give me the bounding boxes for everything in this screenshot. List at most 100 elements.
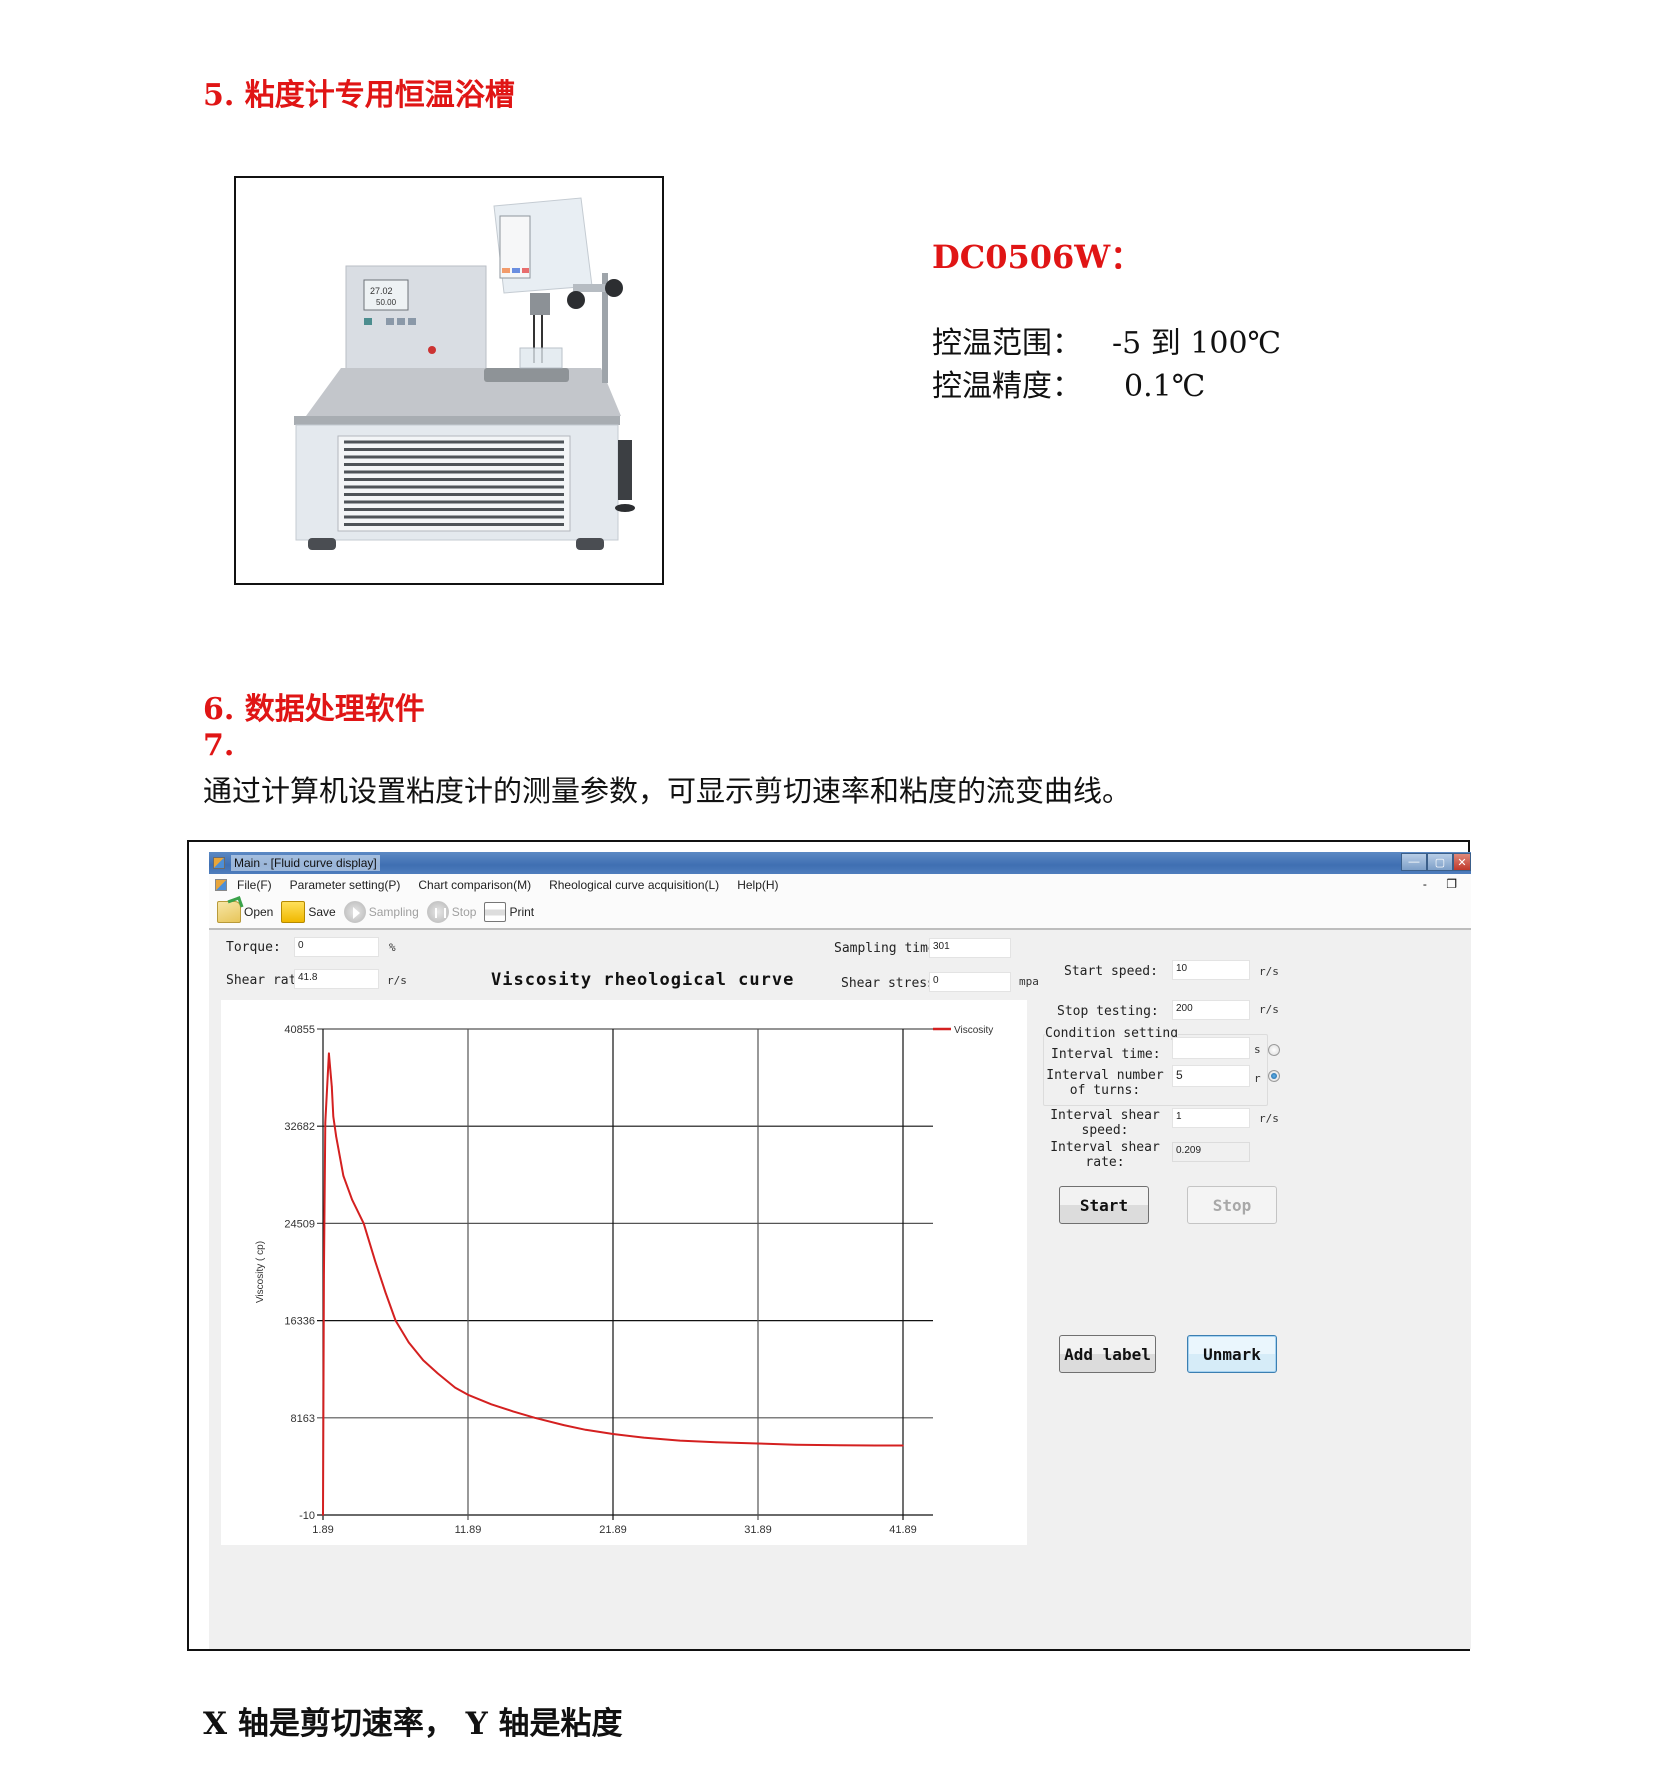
data-point <box>322 1514 324 1516</box>
data-point <box>331 1085 333 1088</box>
stop-testing-unit: r/s <box>1259 1003 1279 1016</box>
chart-title: Viscosity rheological curve <box>491 970 795 990</box>
pause-icon <box>426 901 449 923</box>
window-titlebar[interactable]: Main - [Fluid curve display] — ▢ ✕ <box>209 852 1471 874</box>
stop-testing-field[interactable]: 200 <box>1172 1000 1250 1020</box>
x-tick-label: 31.89 <box>744 1524 772 1536</box>
interval-turns-radio[interactable] <box>1268 1070 1280 1082</box>
data-point <box>454 1386 456 1389</box>
play-icon <box>343 901 366 923</box>
data-point <box>584 1429 587 1431</box>
section-6-title: 6. 数据处理软件 <box>203 692 425 727</box>
menu-help[interactable]: Help(H) <box>737 878 778 892</box>
sampling-time-field[interactable]: 301 <box>929 938 1011 958</box>
software-intro-text: 通过计算机设置粘度计的测量参数，可显示剪切速率和粘度的流变曲线。 <box>203 774 1132 808</box>
sampling-button[interactable]: Sampling <box>343 901 419 923</box>
menu-chart-comparison[interactable]: Chart comparison(M) <box>418 878 531 892</box>
data-point <box>563 1424 565 1426</box>
torque-field[interactable]: 0 <box>294 937 379 957</box>
interval-shear-rate-label: Interval shear rate: <box>1045 1140 1165 1170</box>
close-button[interactable]: ✕ <box>1453 853 1471 871</box>
section-5-title: 5. 粘度计专用恒温浴槽 <box>203 78 515 113</box>
data-point <box>757 1442 759 1445</box>
data-point <box>467 1393 469 1396</box>
sampling-label: Sampling <box>368 905 419 919</box>
data-point <box>374 1260 377 1263</box>
y-axis-label: Viscosity ( cp) <box>255 1241 266 1303</box>
shear-stress-field[interactable]: 0 <box>929 972 1011 992</box>
print-label: Print <box>509 905 535 919</box>
interval-shear-speed-label: Interval shear speed: <box>1045 1108 1165 1138</box>
data-point <box>335 1135 337 1138</box>
axis-explanation-text: X 轴是剪切速率， Y 轴是粘度 <box>203 1706 623 1742</box>
mdi-child-icon[interactable] <box>215 879 227 891</box>
minimize-button[interactable]: — <box>1401 853 1427 871</box>
svg-text:27.02: 27.02 <box>370 286 393 296</box>
restore-button[interactable]: ▢ <box>1427 853 1453 871</box>
save-button[interactable]: Save <box>281 901 336 923</box>
data-point <box>612 1433 614 1435</box>
y-tick-label: 40855 <box>284 1024 315 1036</box>
interval-shear-speed-unit: r/s <box>1259 1112 1279 1125</box>
toolbar: Open Save Sampling Stop Print <box>209 896 1471 930</box>
save-folder-icon <box>281 901 306 923</box>
y-tick-label: 16336 <box>284 1316 315 1328</box>
section-7-number: 7. <box>203 728 235 763</box>
data-point <box>490 1403 493 1406</box>
open-folder-icon <box>217 901 241 923</box>
stop-button[interactable]: Stop <box>1187 1186 1277 1224</box>
shear-stress-unit: mpa <box>1019 975 1039 988</box>
spec-value: -5 到 100℃ <box>1112 326 1282 361</box>
data-point <box>324 1121 327 1124</box>
start-speed-field[interactable]: 10 <box>1172 960 1250 980</box>
interval-turns-label-line2: of turns: <box>1069 1083 1141 1098</box>
y-tick-label: 32682 <box>284 1121 315 1133</box>
spec-temperature-range: 控温范围： -5 到 100℃ <box>932 318 1281 362</box>
spec-temperature-precision: 控温精度： 0.1℃ <box>932 361 1205 405</box>
shear-rate-unit: r/s <box>387 974 407 987</box>
torque-label: Torque: <box>226 940 281 955</box>
app-icon <box>213 857 225 869</box>
interval-turns-field[interactable]: 5 <box>1172 1065 1250 1087</box>
add-label-button[interactable]: Add label <box>1059 1335 1156 1373</box>
menu-rheological-curve-acquisition[interactable]: Rheological curve acquisition(L) <box>549 878 719 892</box>
menu-file[interactable]: File(F) <box>237 878 272 892</box>
sampling-time-label: Sampling time: <box>834 941 944 956</box>
unmark-button[interactable]: Unmark <box>1187 1335 1277 1373</box>
open-button[interactable]: Open <box>217 901 273 923</box>
toolbar-stop-button[interactable]: Stop <box>426 901 477 923</box>
y-tick-label: 8163 <box>291 1413 315 1425</box>
interval-speed-label-line2: speed: <box>1081 1123 1129 1138</box>
interval-time-radio[interactable] <box>1268 1044 1280 1056</box>
start-button[interactable]: Start <box>1059 1186 1149 1224</box>
print-button[interactable]: Print <box>484 902 534 922</box>
interval-speed-label-line1: Interval shear <box>1050 1108 1160 1123</box>
stop-testing-label: Stop testing: <box>1057 1004 1159 1019</box>
model-number: DC0506W： <box>932 238 1143 276</box>
data-point <box>323 1276 325 1278</box>
data-point <box>422 1359 424 1362</box>
data-point <box>351 1198 353 1201</box>
shear-rate-field[interactable]: 41.8 <box>294 969 379 989</box>
data-point <box>679 1439 681 1442</box>
start-speed-unit: r/s <box>1259 965 1279 978</box>
data-point <box>394 1319 397 1322</box>
stop-label: Stop <box>451 905 477 919</box>
data-point <box>715 1441 717 1444</box>
svg-text:50.00: 50.00 <box>376 298 397 307</box>
interval-shear-speed-field[interactable]: 1 <box>1172 1108 1250 1128</box>
interval-rate-label-line2: rate: <box>1085 1155 1125 1170</box>
menu-parameter-setting[interactable]: Parameter setting(P) <box>290 878 401 892</box>
data-point <box>838 1444 841 1447</box>
interval-turns-label: Interval number of turns: <box>1045 1068 1165 1098</box>
app-window: Main - [Fluid curve display] — ▢ ✕ File(… <box>209 852 1471 1649</box>
data-point <box>362 1222 365 1225</box>
start-speed-label: Start speed: <box>1064 964 1158 979</box>
interval-time-field[interactable] <box>1172 1037 1250 1059</box>
interval-turns-unit: r <box>1254 1072 1261 1085</box>
printer-icon <box>484 902 507 922</box>
mdi-window-controls[interactable]: - ❐ <box>1423 877 1465 891</box>
interval-time-label: Interval time: <box>1051 1047 1161 1062</box>
save-label: Save <box>308 905 336 919</box>
spec-label: 控温精度： <box>932 369 1082 404</box>
